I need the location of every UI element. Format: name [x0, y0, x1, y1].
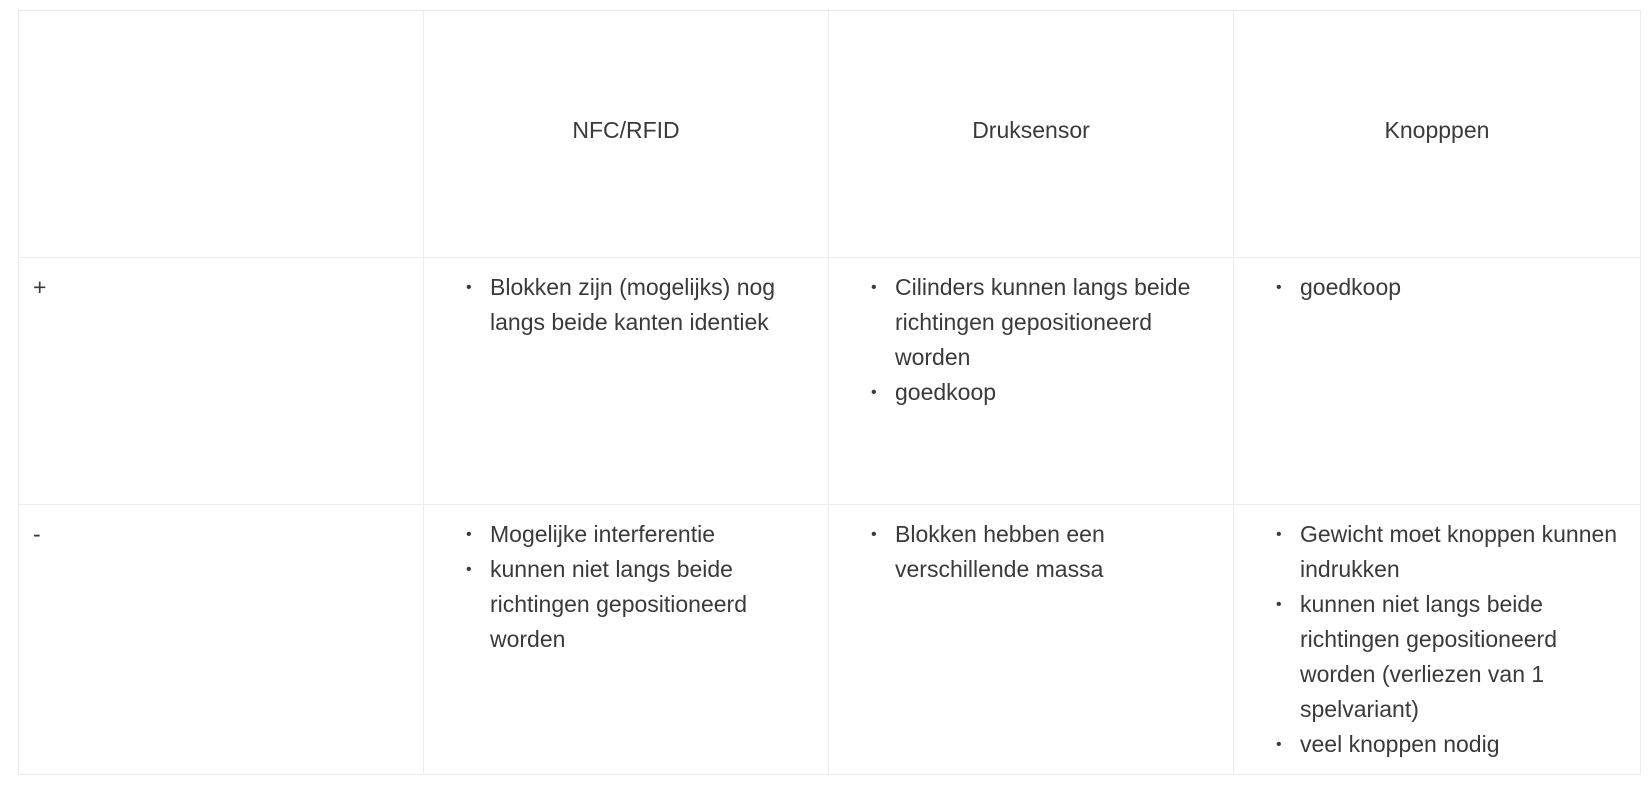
table-header-row: NFC/RFID Druksensor Knopppen — [18, 10, 1641, 258]
bullet-list: Blokken hebben een verschillende massa — [829, 505, 1233, 587]
list-item: goedkoop — [871, 375, 1213, 410]
row-label-cell: - — [18, 504, 424, 775]
table-cell: Cilinders kunnen langs beide richtingen … — [828, 257, 1234, 505]
row-label: + — [33, 274, 47, 300]
list-item: Gewicht moet knoppen kunnen indrukken — [1276, 517, 1620, 587]
header-label: Knopppen — [1384, 116, 1490, 143]
header-cell-empty — [18, 10, 424, 258]
bullet-list: Cilinders kunnen langs beide richtingen … — [829, 258, 1233, 410]
list-item: Mogelijke interferentie — [466, 517, 808, 552]
comparison-table-container: NFC/RFID Druksensor Knopppen + Blokken z… — [18, 10, 1641, 775]
table-row-cons: - Mogelijke interferentie kunnen niet la… — [18, 504, 1641, 775]
list-item: veel knoppen nodig — [1276, 727, 1620, 762]
header-cell-nfc-rfid: NFC/RFID — [423, 10, 829, 258]
row-label: - — [33, 521, 41, 547]
table-cell: Gewicht moet knoppen kunnen indrukken ku… — [1233, 504, 1641, 775]
table-row-pros: + Blokken zijn (mogelijks) nog langs bei… — [18, 257, 1641, 505]
header-cell-knoppen: Knopppen — [1233, 10, 1641, 258]
table-cell: Blokken zijn (mogelijks) nog langs beide… — [423, 257, 829, 505]
header-cell-druksensor: Druksensor — [828, 10, 1234, 258]
list-item: kunnen niet langs beide richtingen gepos… — [1276, 587, 1620, 727]
table-cell: goedkoop — [1233, 257, 1641, 505]
list-item: kunnen niet langs beide richtingen gepos… — [466, 552, 808, 657]
row-label-cell: + — [18, 257, 424, 505]
list-item: Cilinders kunnen langs beide richtingen … — [871, 270, 1213, 375]
bullet-list: Blokken zijn (mogelijks) nog langs beide… — [424, 258, 828, 340]
comparison-table: NFC/RFID Druksensor Knopppen + Blokken z… — [18, 10, 1641, 775]
header-label: NFC/RFID — [572, 116, 680, 143]
table-cell: Blokken hebben een verschillende massa — [828, 504, 1234, 775]
bullet-list: goedkoop — [1234, 258, 1640, 305]
list-item: goedkoop — [1276, 270, 1620, 305]
header-label: Druksensor — [972, 116, 1090, 143]
table-cell: Mogelijke interferentie kunnen niet lang… — [423, 504, 829, 775]
bullet-list: Mogelijke interferentie kunnen niet lang… — [424, 505, 828, 657]
list-item: Blokken hebben een verschillende massa — [871, 517, 1213, 587]
bullet-list: Gewicht moet knoppen kunnen indrukken ku… — [1234, 505, 1640, 762]
list-item: Blokken zijn (mogelijks) nog langs beide… — [466, 270, 808, 340]
